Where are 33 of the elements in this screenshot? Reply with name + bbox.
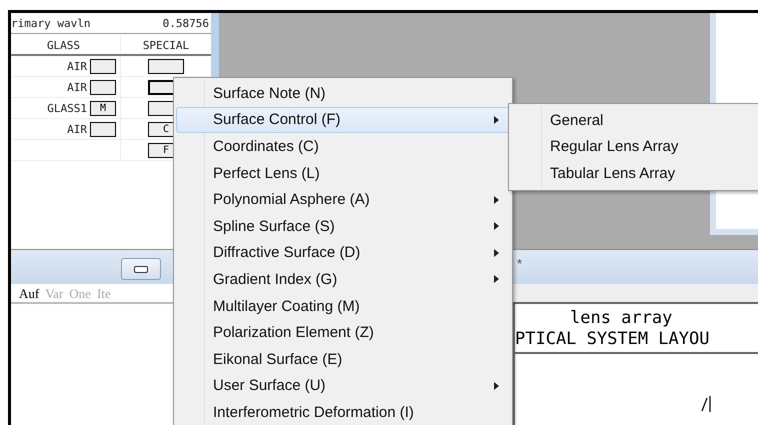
menu-item[interactable]: Eikonal Surface (E) — [176, 346, 510, 373]
menu-item[interactable]: Surface Note (N) — [176, 80, 510, 107]
column-header: GLASS — [11, 36, 121, 54]
menu-item[interactable]: Gradient Index (G) — [176, 266, 510, 293]
menu-item[interactable]: Polynomial Asphere (A) — [176, 186, 510, 213]
minimize-button[interactable] — [121, 258, 161, 280]
glass-cell: AIR — [67, 122, 87, 136]
glass-cell: GLASS1 — [47, 102, 87, 114]
glass-cell: AIR — [67, 80, 87, 94]
special-button[interactable] — [148, 58, 184, 74]
menu-item[interactable]: Polarization Element (Z) — [176, 319, 510, 346]
solve-button[interactable] — [90, 58, 116, 74]
editor-tab[interactable]: Auf — [19, 286, 40, 302]
solve-button[interactable] — [90, 80, 116, 94]
menu-item[interactable]: Diffractive Surface (D) — [176, 240, 510, 266]
window-title: * — [516, 255, 522, 273]
wavelength-label: rimary wavln — [11, 16, 90, 30]
menu-item[interactable]: Interferometric Deformation (I) — [176, 399, 510, 425]
solve-button[interactable] — [90, 122, 116, 136]
glass-cell: AIR — [67, 60, 87, 72]
menu-item[interactable]: Tabular Lens Array — [511, 160, 758, 187]
menu-item[interactable]: Perfect Lens (L) — [176, 160, 510, 186]
menu-item[interactable]: Surface Control (F) — [176, 106, 510, 134]
column-header: SPECIAL — [142, 38, 190, 54]
plot-subtitle: PTICAL SYSTEM LAYOU — [515, 329, 710, 350]
wavelength-value: 0.58756 — [162, 16, 209, 30]
menu-item[interactable]: General — [511, 107, 758, 134]
plot-title: lens array — [569, 308, 674, 329]
menu-item[interactable]: User Surface (U) — [176, 372, 510, 400]
menu-item[interactable]: Spline Surface (S) — [176, 212, 510, 240]
menu-item[interactable]: Regular Lens Array — [511, 134, 758, 160]
solve-button[interactable]: M — [90, 100, 116, 116]
menu-item[interactable]: Multilayer Coating (M) — [176, 292, 510, 320]
